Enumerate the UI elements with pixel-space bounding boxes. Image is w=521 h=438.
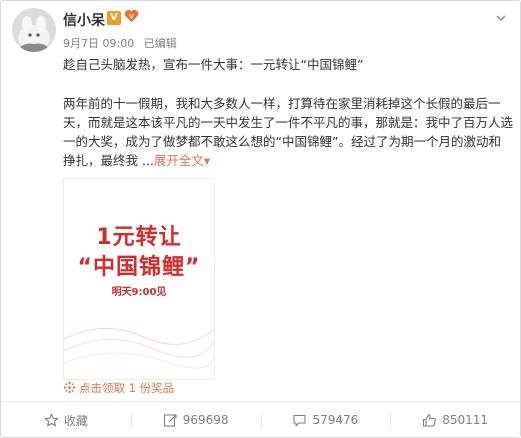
prize-link[interactable]: 点击领取 1 份奖品 <box>63 380 174 396</box>
author-name[interactable]: 信小呆 <box>63 10 105 30</box>
comment-icon <box>293 414 307 426</box>
repost-icon <box>163 413 177 427</box>
repost-count: 969698 <box>182 413 229 427</box>
svg-text:V: V <box>129 14 134 21</box>
avatar[interactable] <box>12 8 56 52</box>
star-icon <box>44 413 59 426</box>
expand-full-text-link[interactable]: 展开全文▾ <box>154 153 210 168</box>
avatar-image <box>12 8 56 52</box>
chevron-down-icon[interactable] <box>493 10 509 26</box>
post-time[interactable]: 9月7日 09:00 <box>63 37 134 50</box>
post-meta: 9月7日 09:00 已编辑 <box>63 35 183 51</box>
weibo-post-card: 信小呆 V V 9月7日 09:00 已编辑 趁自己头脑发热，宣布一件大事：一元… <box>0 0 521 438</box>
like-count: 850111 <box>442 413 489 427</box>
prize-label[interactable]: 点击领取 1 份奖品 <box>79 381 174 395</box>
vip-heart-icon: V <box>124 9 139 27</box>
post-paragraph-text: 两年前的十一假期，我和大多数人一样，打算待在家里消耗掉这个长假的最后一天，而就是… <box>63 96 514 168</box>
action-bar: 收藏 969698 579476 850111 <box>1 402 520 438</box>
repost-button[interactable]: 969698 <box>130 402 261 438</box>
favorite-label: 收藏 <box>63 413 88 428</box>
expand-label[interactable]: 展开全文 <box>154 153 204 168</box>
verified-badge: V <box>107 11 121 25</box>
gift-icon <box>63 381 76 394</box>
edited-label[interactable]: 已编辑 <box>144 37 177 50</box>
favorite-button[interactable]: 收藏 <box>1 402 131 438</box>
like-button[interactable]: 850111 <box>390 402 520 438</box>
post-paragraph: 两年前的十一假期，我和大多数人一样，打算待在家里消耗掉这个长假的最后一天，而就是… <box>63 94 513 170</box>
expand-arrow-icon[interactable]: ▾ <box>204 153 210 168</box>
comment-count: 579476 <box>312 413 359 427</box>
post-image[interactable]: 1元转让 “中国锦鲤” 明天9:00见 <box>63 178 215 380</box>
post-headline: 趁自己头脑发热，宣布一件大事：一元转让“中国锦鲤” <box>63 57 364 72</box>
comment-button[interactable]: 579476 <box>260 402 391 438</box>
thumbs-up-icon <box>423 413 437 427</box>
poster-decoration <box>64 328 214 369</box>
